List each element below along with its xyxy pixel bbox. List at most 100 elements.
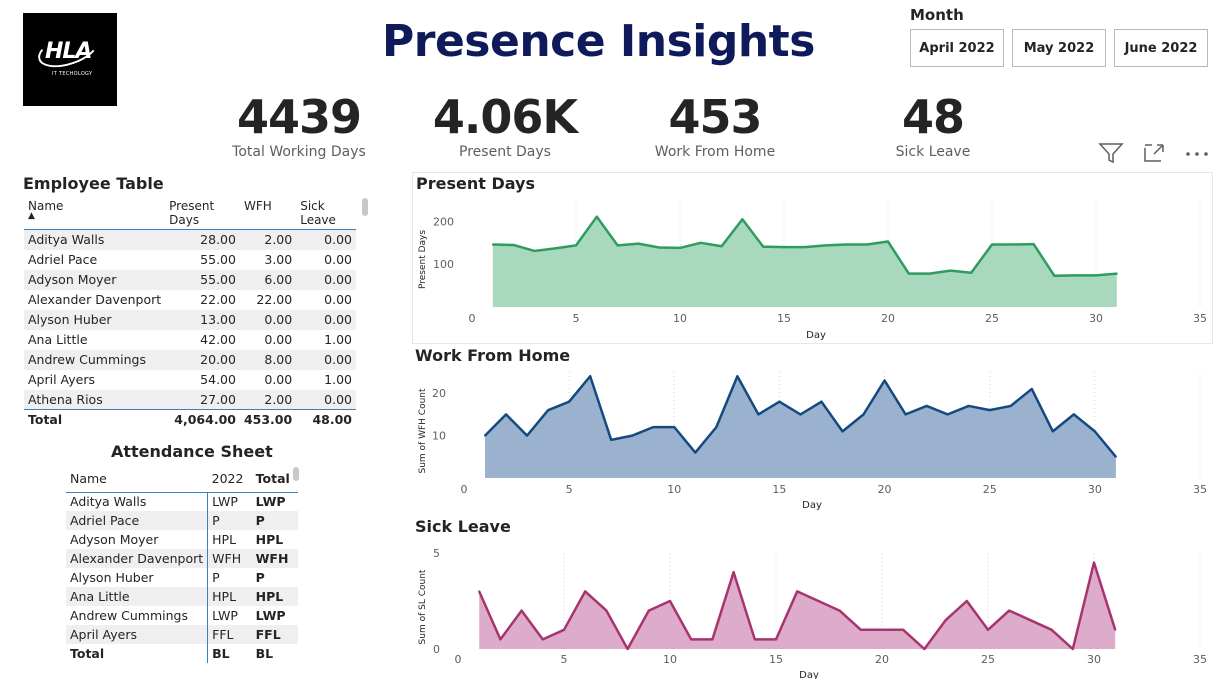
- data-point: [946, 413, 949, 416]
- table-row[interactable]: Andrew Cummings 20.00 8.00 0.00: [24, 349, 356, 370]
- table-row[interactable]: Alexander Davenport 22.00 22.00 0.00: [24, 290, 356, 310]
- sick-leave-chart: 0 5 10 15 20 25 30 35 0 5 Day Sum of SL Count: [418, 547, 1207, 679]
- total-status-cell: HPL: [255, 532, 284, 547]
- x-tick-label: 25: [981, 653, 995, 666]
- present-days-cell: 13.00: [165, 309, 240, 330]
- sick-leave-chart-title: Sick Leave: [415, 517, 511, 536]
- wfh-cell: 0.00: [239, 309, 297, 330]
- data-point: [605, 609, 608, 612]
- year-status-cell: WFH: [207, 549, 252, 568]
- kpi-sick-leave: 48 Sick Leave: [858, 86, 1008, 160]
- employee-name-cell: Alyson Huber: [24, 309, 166, 330]
- employee-table-scrollbar[interactable]: [362, 198, 368, 216]
- data-point: [1072, 413, 1075, 416]
- data-point: [845, 243, 848, 246]
- total-value: BL: [255, 646, 274, 661]
- more-options-icon[interactable]: [1184, 142, 1210, 169]
- wfh-cell: 6.00: [239, 269, 297, 290]
- present-days-cell: 20.00: [165, 349, 240, 370]
- x-tick-label: 0: [455, 653, 462, 666]
- column-header-wfh[interactable]: WFH: [240, 197, 296, 230]
- table-row[interactable]: Adriel Pace P P: [66, 511, 298, 530]
- data-point: [589, 375, 592, 378]
- data-point: [491, 243, 494, 246]
- table-row[interactable]: April Ayers 54.00 0.00 1.00: [24, 370, 356, 390]
- table-row[interactable]: Alexander Davenport WFH WFH: [66, 549, 298, 568]
- data-point: [1053, 274, 1056, 277]
- month-option-april[interactable]: April 2022: [910, 29, 1004, 67]
- wfh-cell: 2.00: [239, 229, 297, 250]
- present-days-cell: 42.00: [200, 332, 236, 347]
- x-tick-label: 25: [985, 312, 999, 325]
- table-row[interactable]: Athena Rios 27.00 2.00 0.00: [24, 389, 356, 410]
- month-option-june[interactable]: June 2022: [1114, 29, 1208, 67]
- data-point: [944, 619, 947, 622]
- focus-mode-icon[interactable]: [1142, 142, 1166, 169]
- table-row[interactable]: Adyson Moyer 55.00 6.00 0.00: [24, 269, 356, 290]
- y-axis-label: Sum of WFH Count: [418, 388, 428, 473]
- month-option-may[interactable]: May 2022: [1012, 29, 1106, 67]
- table-row[interactable]: Aditya Walls 28.00 2.00 0.00: [24, 229, 356, 250]
- data-point: [965, 600, 968, 602]
- data-point: [568, 400, 571, 403]
- company-logo: HLA IT TECHOLOGY: [23, 13, 117, 106]
- table-row[interactable]: Aditya Walls LWP LWP: [66, 492, 298, 511]
- data-point: [741, 218, 744, 221]
- column-header-sick-leave[interactable]: Sick Leave: [296, 197, 356, 230]
- data-point: [547, 409, 550, 412]
- data-point: [533, 249, 536, 252]
- data-point: [841, 430, 844, 433]
- column-header-name[interactable]: Name ▲: [24, 197, 165, 230]
- x-tick-label: 20: [881, 312, 895, 325]
- table-row[interactable]: Adriel Pace 55.00 3.00 0.00: [24, 250, 356, 270]
- data-point: [595, 215, 598, 218]
- year-status-cell: LWP: [207, 492, 252, 511]
- data-point: [584, 590, 587, 593]
- x-tick-label: 30: [1088, 483, 1102, 496]
- sick-leave-cell: 0.00: [296, 229, 356, 250]
- table-row[interactable]: April Ayers FFL FFL: [66, 625, 298, 644]
- data-point: [541, 638, 544, 641]
- column-header-present-days[interactable]: Present Days: [165, 197, 240, 230]
- wfh-cell: 3.00: [264, 252, 293, 267]
- table-row[interactable]: Alyson Huber P P: [66, 568, 298, 587]
- total-status-cell: WFH: [251, 549, 298, 568]
- data-point: [838, 609, 841, 612]
- kpi-label: Work From Home: [654, 144, 776, 160]
- data-point: [778, 400, 781, 403]
- year-status-cell: P: [207, 568, 252, 587]
- x-tick-label: 5: [561, 653, 568, 666]
- column-header-year[interactable]: 2022: [208, 466, 252, 492]
- employee-name-cell: Athena Rios: [24, 389, 166, 410]
- filter-icon[interactable]: [1098, 142, 1124, 169]
- total-value: 4,064.00: [165, 409, 240, 430]
- data-point: [970, 271, 973, 274]
- data-point: [1008, 609, 1011, 612]
- wfh-chart: 0 5 10 15 20 25 30 35 10 20 Day Sum of WFH Count: [418, 372, 1207, 511]
- data-point: [887, 240, 889, 243]
- table-row[interactable]: Ana Little 42.00 0.00 1.00: [24, 330, 356, 350]
- data-point: [694, 451, 697, 454]
- data-point: [669, 600, 671, 602]
- x-tick-label: 25: [983, 483, 997, 496]
- data-point: [775, 638, 777, 641]
- kpi-label: Sick Leave: [895, 144, 971, 160]
- column-header-total[interactable]: Total: [252, 466, 298, 492]
- table-row[interactable]: Andrew Cummings LWP LWP: [66, 606, 298, 625]
- employee-table: Name ▲ Present Days WFH Sick Leave Aditya…: [24, 197, 356, 430]
- data-point: [673, 426, 676, 429]
- table-row[interactable]: Alyson Huber 13.00 0.00 0.00: [24, 309, 356, 330]
- data-point: [1074, 274, 1077, 277]
- data-point: [881, 628, 883, 631]
- attendance-sheet-scrollbar[interactable]: [293, 467, 299, 481]
- table-row[interactable]: Adyson Moyer HPL HPL: [66, 530, 298, 549]
- data-point: [505, 413, 508, 416]
- data-point: [1029, 619, 1032, 622]
- data-point: [484, 434, 487, 437]
- data-point: [824, 244, 827, 247]
- wfh-cell: 2.00: [239, 389, 297, 410]
- kpi-value: 4439: [236, 90, 362, 144]
- column-header-name[interactable]: Name: [66, 466, 208, 492]
- table-row[interactable]: Ana Little HPL HPL: [66, 587, 298, 606]
- data-point: [799, 413, 802, 416]
